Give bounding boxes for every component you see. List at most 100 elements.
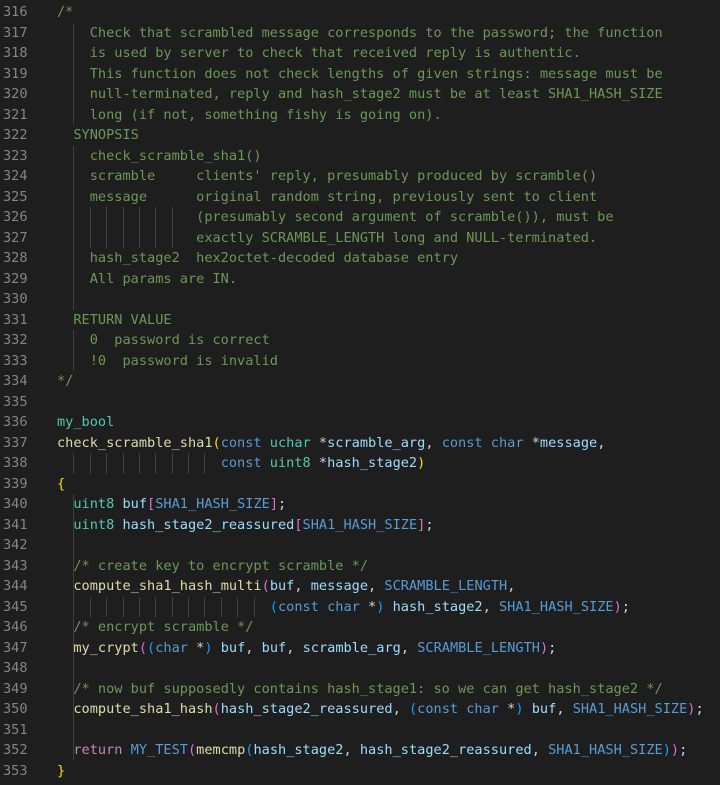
line-number: 346 <box>3 619 28 635</box>
code-text: } <box>57 761 65 782</box>
line-number: 332 <box>3 332 28 348</box>
code-line[interactable]: 348 <box>0 658 720 679</box>
code-line[interactable]: 325 message original random string, prev… <box>0 186 720 207</box>
line-number: 335 <box>3 393 28 410</box>
code-token: message original random string, previous… <box>57 188 598 205</box>
code-token: my_crypt <box>73 639 139 656</box>
code-token: SCRAMBLE_LENGTH <box>417 639 540 656</box>
line-number: 340 <box>3 496 28 512</box>
code-token: ) <box>662 742 671 758</box>
code-token: SYNOPSIS <box>57 127 139 143</box>
code-text: uint8 hash_stage2_reassured[SHA1_HASH_SI… <box>57 515 433 536</box>
code-text: Check that scrambled message corresponds… <box>57 23 663 44</box>
code-line[interactable]: 335 <box>0 392 720 413</box>
code-line[interactable]: 344 compute_sha1_hash_multi(buf, message… <box>0 576 720 597</box>
code-line[interactable]: 336 my_bool <box>0 412 720 433</box>
code-token: ; <box>695 701 704 717</box>
code-line[interactable]: 332 0 password is correct <box>0 330 720 351</box>
code-editor[interactable]: 316 /* 317 Check that scrambled message co… <box>0 0 720 785</box>
code-text: !0 password is invalid <box>57 351 278 372</box>
line-number: 322 <box>3 127 28 143</box>
code-line[interactable]: 333 !0 password is invalid <box>0 350 720 372</box>
code-text: This function does not check lengths of … <box>57 64 663 85</box>
code-token: ( <box>212 701 221 717</box>
code-line[interactable]: 339 { <box>0 474 720 495</box>
indent-guide <box>73 289 75 310</box>
code-token: , <box>294 578 311 594</box>
code-token: * <box>187 639 205 656</box>
line-number: 325 <box>3 188 28 205</box>
code-token: long (if not, something fishy is going o… <box>57 106 442 123</box>
code-line[interactable]: 343 /* create key to encrypt scramble */ <box>0 555 720 576</box>
code-line[interactable]: 334 */ <box>0 371 720 392</box>
code-token: * <box>310 434 328 451</box>
line-number: 316 <box>3 4 28 20</box>
code-text: long (if not, something fishy is going o… <box>57 105 442 126</box>
code-line[interactable]: 341 uint8 hash_stage2_reassured[SHA1_HAS… <box>0 514 720 536</box>
code-token: , <box>556 701 573 717</box>
code-line[interactable]: 316 /* <box>0 2 720 23</box>
code-line[interactable]: 321 long (if not, something fishy is goi… <box>0 104 720 126</box>
code-token: exactly SCRAMBLE_LENGTH long and NULL-te… <box>57 229 598 246</box>
code-line[interactable]: 331 RETURN VALUE <box>0 310 720 331</box>
code-line[interactable]: 318 is used by server to check that rece… <box>0 43 720 64</box>
code-line[interactable]: 345 (const char *) hash_stage2, SHA1_HAS… <box>0 596 720 617</box>
code-line[interactable]: 337 check_scramble_sha1(const uchar *scra… <box>0 433 720 454</box>
code-line[interactable]: 327 exactly SCRAMBLE_LENGTH long and NUL… <box>0 227 720 248</box>
code-token: !0 password is invalid <box>57 352 278 369</box>
code-line[interactable]: 326 (presumably second argument of scram… <box>0 207 720 228</box>
code-line[interactable]: 350 compute_sha1_hash(hash_stage2_reassu… <box>0 699 720 720</box>
code-line[interactable]: 352 return MY_TEST(memcmp(hash_stage2, h… <box>0 740 720 761</box>
code-token: compute_sha1_hash_multi <box>73 578 262 594</box>
line-number: 347 <box>3 639 28 656</box>
line-number: 319 <box>3 65 28 82</box>
code-line[interactable]: 330 <box>0 289 720 310</box>
code-line[interactable]: 322 SYNOPSIS <box>0 125 720 146</box>
code-token: hash_stage2_reassured <box>220 701 393 717</box>
code-line[interactable]: 323 check_scramble_sha1() <box>0 145 720 167</box>
code-line[interactable]: 328 hash_stage2 hex2octet-decoded databa… <box>0 248 720 269</box>
code-line[interactable]: 349 /* now buf supposedly contains hash_… <box>0 678 720 699</box>
code-token: ( <box>147 639 156 656</box>
code-text: SYNOPSIS <box>57 125 139 146</box>
code-text: uint8 buf[SHA1_HASH_SIZE]; <box>57 494 286 515</box>
code-line[interactable]: 347 my_crypt((char *) buf, buf, scramble… <box>0 637 720 658</box>
code-line[interactable]: 319 This function does not check lengths… <box>0 63 720 85</box>
code-token: /* encrypt scramble */ <box>73 619 254 635</box>
code-token: my_bool <box>57 414 115 430</box>
code-token: ; <box>278 496 287 512</box>
code-line[interactable]: 351 <box>0 719 720 740</box>
code-token: uint8 <box>73 496 115 512</box>
code-token: buf <box>122 496 148 512</box>
code-token: /* <box>57 4 74 20</box>
code-token: ( <box>408 701 418 717</box>
code-line[interactable]: 317 Check that scrambled message corresp… <box>0 22 720 44</box>
code-line[interactable]: 342 <box>0 535 720 556</box>
code-token: SHA1_HASH_SIZE <box>499 598 614 615</box>
line-number: 353 <box>3 762 28 779</box>
code-line[interactable]: 320 null-terminated, reply and hash_stag… <box>0 84 720 105</box>
code-token: check_scramble_sha1() <box>57 147 262 164</box>
code-line[interactable]: 340 uint8 buf[SHA1_HASH_SIZE]; <box>0 494 720 515</box>
code-line[interactable]: 353} <box>0 761 720 782</box>
code-token: buf <box>261 639 287 656</box>
code-text: 0 password is correct <box>57 330 270 351</box>
code-token: ; <box>621 598 630 615</box>
code-token: check_scramble_sha1 <box>57 434 213 451</box>
code-text: check_scramble_sha1() <box>57 146 262 167</box>
code-token: } <box>57 762 66 779</box>
code-text: check_scramble_sha1(const uchar *scrambl… <box>57 433 605 454</box>
code-token: const <box>220 434 262 451</box>
code-line[interactable]: 346 /* encrypt scramble */ <box>0 617 720 638</box>
code-token: , <box>286 639 303 656</box>
code-token: const <box>277 598 319 615</box>
code-text: is used by server to check that received… <box>57 43 581 64</box>
code-line[interactable]: 329 All params are IN. <box>0 268 720 289</box>
code-token: uint8 <box>269 455 311 471</box>
code-line[interactable]: 338 const uint8 *hash_stage2) <box>0 453 720 474</box>
code-token: ) <box>417 455 426 471</box>
code-line[interactable]: 324 scramble clients' reply, presumably … <box>0 166 720 187</box>
